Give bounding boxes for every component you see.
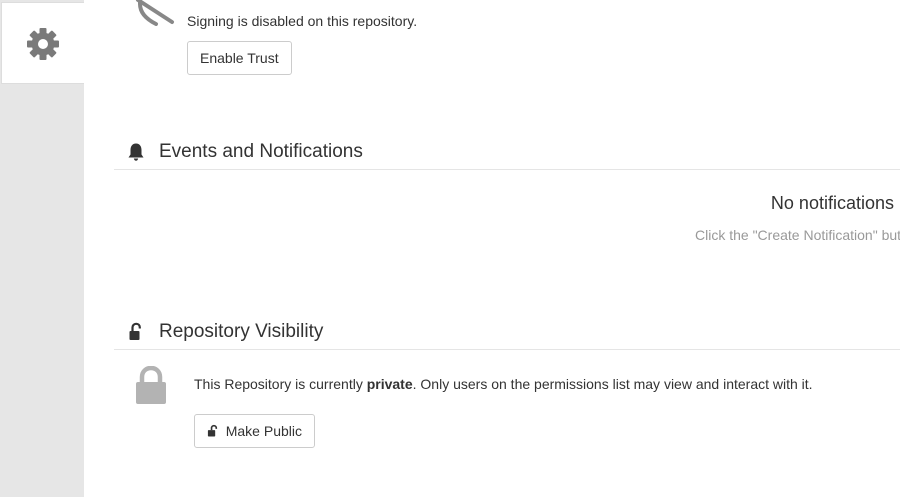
make-public-label: Make Public bbox=[225, 423, 302, 439]
sidebar bbox=[0, 0, 84, 497]
empty-state-title: No notifications bbox=[770, 193, 894, 213]
lock-icon bbox=[136, 366, 166, 404]
sidebar-tab-settings[interactable] bbox=[1, 2, 84, 84]
events-section-title: Events and Notifications bbox=[159, 141, 363, 162]
unlock-icon bbox=[129, 322, 141, 340]
visibility-section-header: Repository Visibility bbox=[114, 318, 900, 350]
visibility-status-value: private bbox=[366, 376, 413, 392]
enable-trust-button[interactable]: Enable Trust bbox=[187, 41, 292, 75]
make-public-button[interactable]: Make Public bbox=[194, 414, 315, 448]
visibility-text-prefix: This Repository is currently bbox=[194, 376, 367, 392]
visibility-status-text: This Repository is currently private. On… bbox=[194, 376, 813, 392]
visibility-text-suffix: . Only users on the permissions list may… bbox=[412, 376, 813, 392]
empty-state-hint: Click the "Create Notification" but bbox=[695, 227, 900, 243]
settings-content: Signing is disabled on this repository. … bbox=[84, 0, 900, 497]
gear-icon bbox=[27, 28, 59, 60]
events-section-header: Events and Notifications bbox=[114, 138, 900, 170]
bell-icon bbox=[128, 143, 144, 161]
shield-slash-icon bbox=[136, 0, 174, 26]
unlock-icon bbox=[207, 424, 218, 437]
signing-status-text: Signing is disabled on this repository. bbox=[187, 13, 418, 29]
visibility-section-title: Repository Visibility bbox=[159, 321, 324, 342]
